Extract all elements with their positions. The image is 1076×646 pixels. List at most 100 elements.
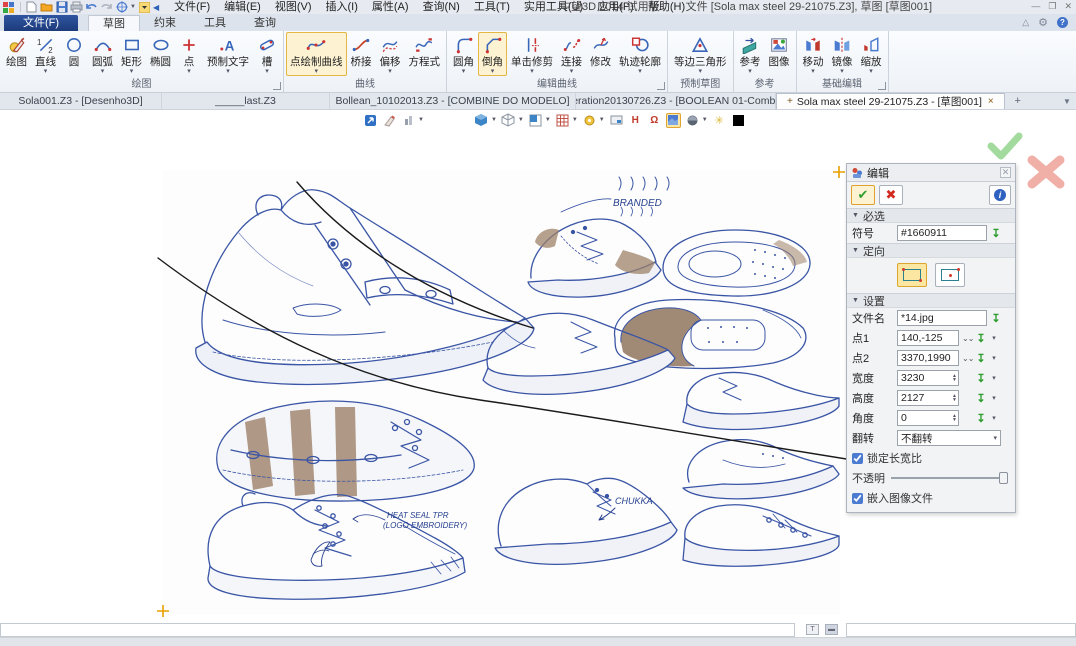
ribbon-button-point-curve[interactable]: 点绘制曲线▾ [286,32,347,76]
doc-tab-2[interactable]: _____last.Z3 [162,93,330,109]
redo-icon[interactable] [100,2,113,13]
embed-image-checkbox[interactable] [852,493,863,504]
pick-from-canvas-icon[interactable]: ↧ [990,227,1002,240]
section-orientation[interactable]: ▼定向 [847,243,1015,258]
tab-sketch[interactable]: 草图 [88,15,140,31]
chevron-down-icon[interactable]: ▾ [990,354,998,362]
file-menu-tab[interactable]: 文件(F) [4,15,78,31]
panel-toggle-icon[interactable]: ▬ [825,624,838,635]
restore-button[interactable]: ❐ [1048,1,1056,12]
chevron-down-icon[interactable]: ▾ [990,394,998,402]
text-mode-icon[interactable]: T [806,624,819,635]
menu-view[interactable]: 视图(V) [268,1,319,14]
ribbon-button-chamfer[interactable]: 倒角▾ [478,32,507,76]
menu-edit[interactable]: 编辑(E) [217,1,268,14]
ribbon-button-ellipse[interactable]: 椭圆▾ [146,32,175,76]
grid-icon[interactable] [555,113,570,128]
menu-inquire[interactable]: 查询(N) [416,1,467,14]
new-file-icon[interactable] [25,2,38,13]
doc-tab-1[interactable]: Sola001.Z3 - [Desenho3D] [0,93,162,109]
qat-dropdown-icon[interactable] [138,2,151,13]
ribbon-button-fillet[interactable]: 圆角▾ [449,32,478,76]
canvas-image-shoe-sketches[interactable]: BRANDED CHUKKA HEAT SEAL TPR (LOGO EMBRO… [163,170,840,615]
help-icon[interactable]: ? [1057,17,1068,28]
doc-tab-4[interactable]: Boolean_Operation20130726.Z3 - [BOOLEAN … [576,93,776,109]
expand-chevrons-icon[interactable]: ⌄⌄ [962,334,972,343]
panel-cancel-button[interactable]: ✖ [879,185,903,205]
ribbon-button-equilateral-triangle[interactable]: 等边三角形▾ [670,32,731,76]
wireframe-display-icon[interactable] [501,113,516,128]
menu-insert[interactable]: 插入(I) [319,1,365,14]
tab-tools[interactable]: 工具 [190,15,240,31]
ribbon-button-connect[interactable]: 连接▾ [557,32,586,76]
spinner-arrows[interactable]: ▲▼ [950,394,959,402]
ribbon-button-slot[interactable]: 槽▾ [253,32,281,76]
new-tab-button[interactable]: + [1005,93,1031,109]
light-icon[interactable]: ✳ [712,113,727,128]
orient-center-button[interactable] [935,263,965,287]
browse-file-icon[interactable]: ↧ [990,312,1002,325]
view-plane-icon[interactable] [528,113,543,128]
ribbon-button-rectangle[interactable]: 矩形▾ [117,32,146,76]
edit-panel-titlebar[interactable]: 编辑 ✕ [847,164,1015,182]
chevron-down-icon[interactable]: ▾ [990,374,998,382]
filename-input[interactable] [897,310,987,326]
ribbon-button-text[interactable]: A 预制文字▾ [203,32,253,76]
opacity-slider-handle[interactable] [999,472,1008,484]
tab-close-icon[interactable]: × [988,96,994,107]
ribbon-button-move[interactable]: 移动▾ [799,32,828,76]
tab-inquire[interactable]: 查询 [240,15,290,31]
menu-attributes[interactable]: 属性(A) [365,1,416,14]
view-orient-icon[interactable] [115,2,128,13]
undo-icon[interactable] [85,2,98,13]
pick-value-icon[interactable]: ↧ [975,412,987,425]
display-mode-icon[interactable] [401,113,416,128]
lock-aspect-checkbox[interactable] [852,453,863,464]
section-view-icon[interactable]: H [628,113,643,128]
section-settings[interactable]: ▼设置 [847,293,1015,308]
erase-icon[interactable] [382,113,397,128]
ribbon-button-reference[interactable]: 参考▾ [736,32,765,76]
doc-tab-5-active[interactable]: + Sola max steel 29-21075.Z3 - [草图001] × [776,93,1005,109]
group-expand-icon[interactable] [273,82,281,90]
confirm-check-float[interactable] [985,130,1025,162]
panel-info-button[interactable]: i [989,185,1011,205]
background-icon[interactable] [685,113,700,128]
symbol-input[interactable] [897,225,987,241]
section-required[interactable]: ▼必选 [847,208,1015,223]
open-file-icon[interactable] [40,2,53,13]
ribbon-button-modify[interactable]: 修改▾ [586,32,615,76]
ribbon-button-bridge[interactable]: 桥接▾ [347,32,376,76]
cancel-x-float[interactable] [1024,152,1068,192]
opacity-slider[interactable] [891,477,1008,479]
ribbon-button-image[interactable]: 图像▾ [765,32,794,76]
collapse-qat-icon[interactable]: ◀ [153,3,159,12]
ribbon-button-scale[interactable]: 缩放▾ [857,32,886,76]
menu-tools[interactable]: 工具(T) [467,1,517,14]
save-icon[interactable] [55,2,68,13]
pick-point-icon[interactable]: ↧ [975,352,987,365]
ribbon-button-mirror[interactable]: 镜像▾ [828,32,857,76]
point1-input[interactable] [897,330,959,346]
chevron-down-icon[interactable]: ▾ [990,414,998,422]
ribbon-button-sketch-draw[interactable]: 绘图▾ [2,32,31,76]
orient-two-point-button[interactable] [897,263,927,287]
snap-magnet-icon[interactable]: Ω [647,113,662,128]
print-icon[interactable] [70,2,83,13]
spinner-arrows[interactable]: ▲▼ [950,374,959,382]
ribbon-button-one-click-trim[interactable]: 单击修剪▾ [507,32,557,76]
command-prompt-bar[interactable] [0,623,795,637]
group-expand-icon[interactable] [878,82,886,90]
menu-file[interactable]: 文件(F) [167,1,217,14]
panel-ok-button[interactable]: ✔ [851,185,875,205]
pick-point-icon[interactable]: ↧ [975,332,987,345]
doc-tab-3[interactable]: Bollean_10102013.Z3 - [COMBINE DO MODELO… [330,93,576,109]
ribbon-button-equation[interactable]: 方程式▾ [405,32,445,76]
collapse-ribbon-icon[interactable]: △ [1022,17,1029,28]
flip-select[interactable]: 不翻转 ▾ [897,430,1001,446]
panel-close-icon[interactable]: ✕ [1000,167,1011,178]
viewport-icon[interactable] [609,113,624,128]
pick-value-icon[interactable]: ↧ [975,392,987,405]
image-plane-icon[interactable] [666,113,681,128]
group-expand-icon[interactable] [657,82,665,90]
